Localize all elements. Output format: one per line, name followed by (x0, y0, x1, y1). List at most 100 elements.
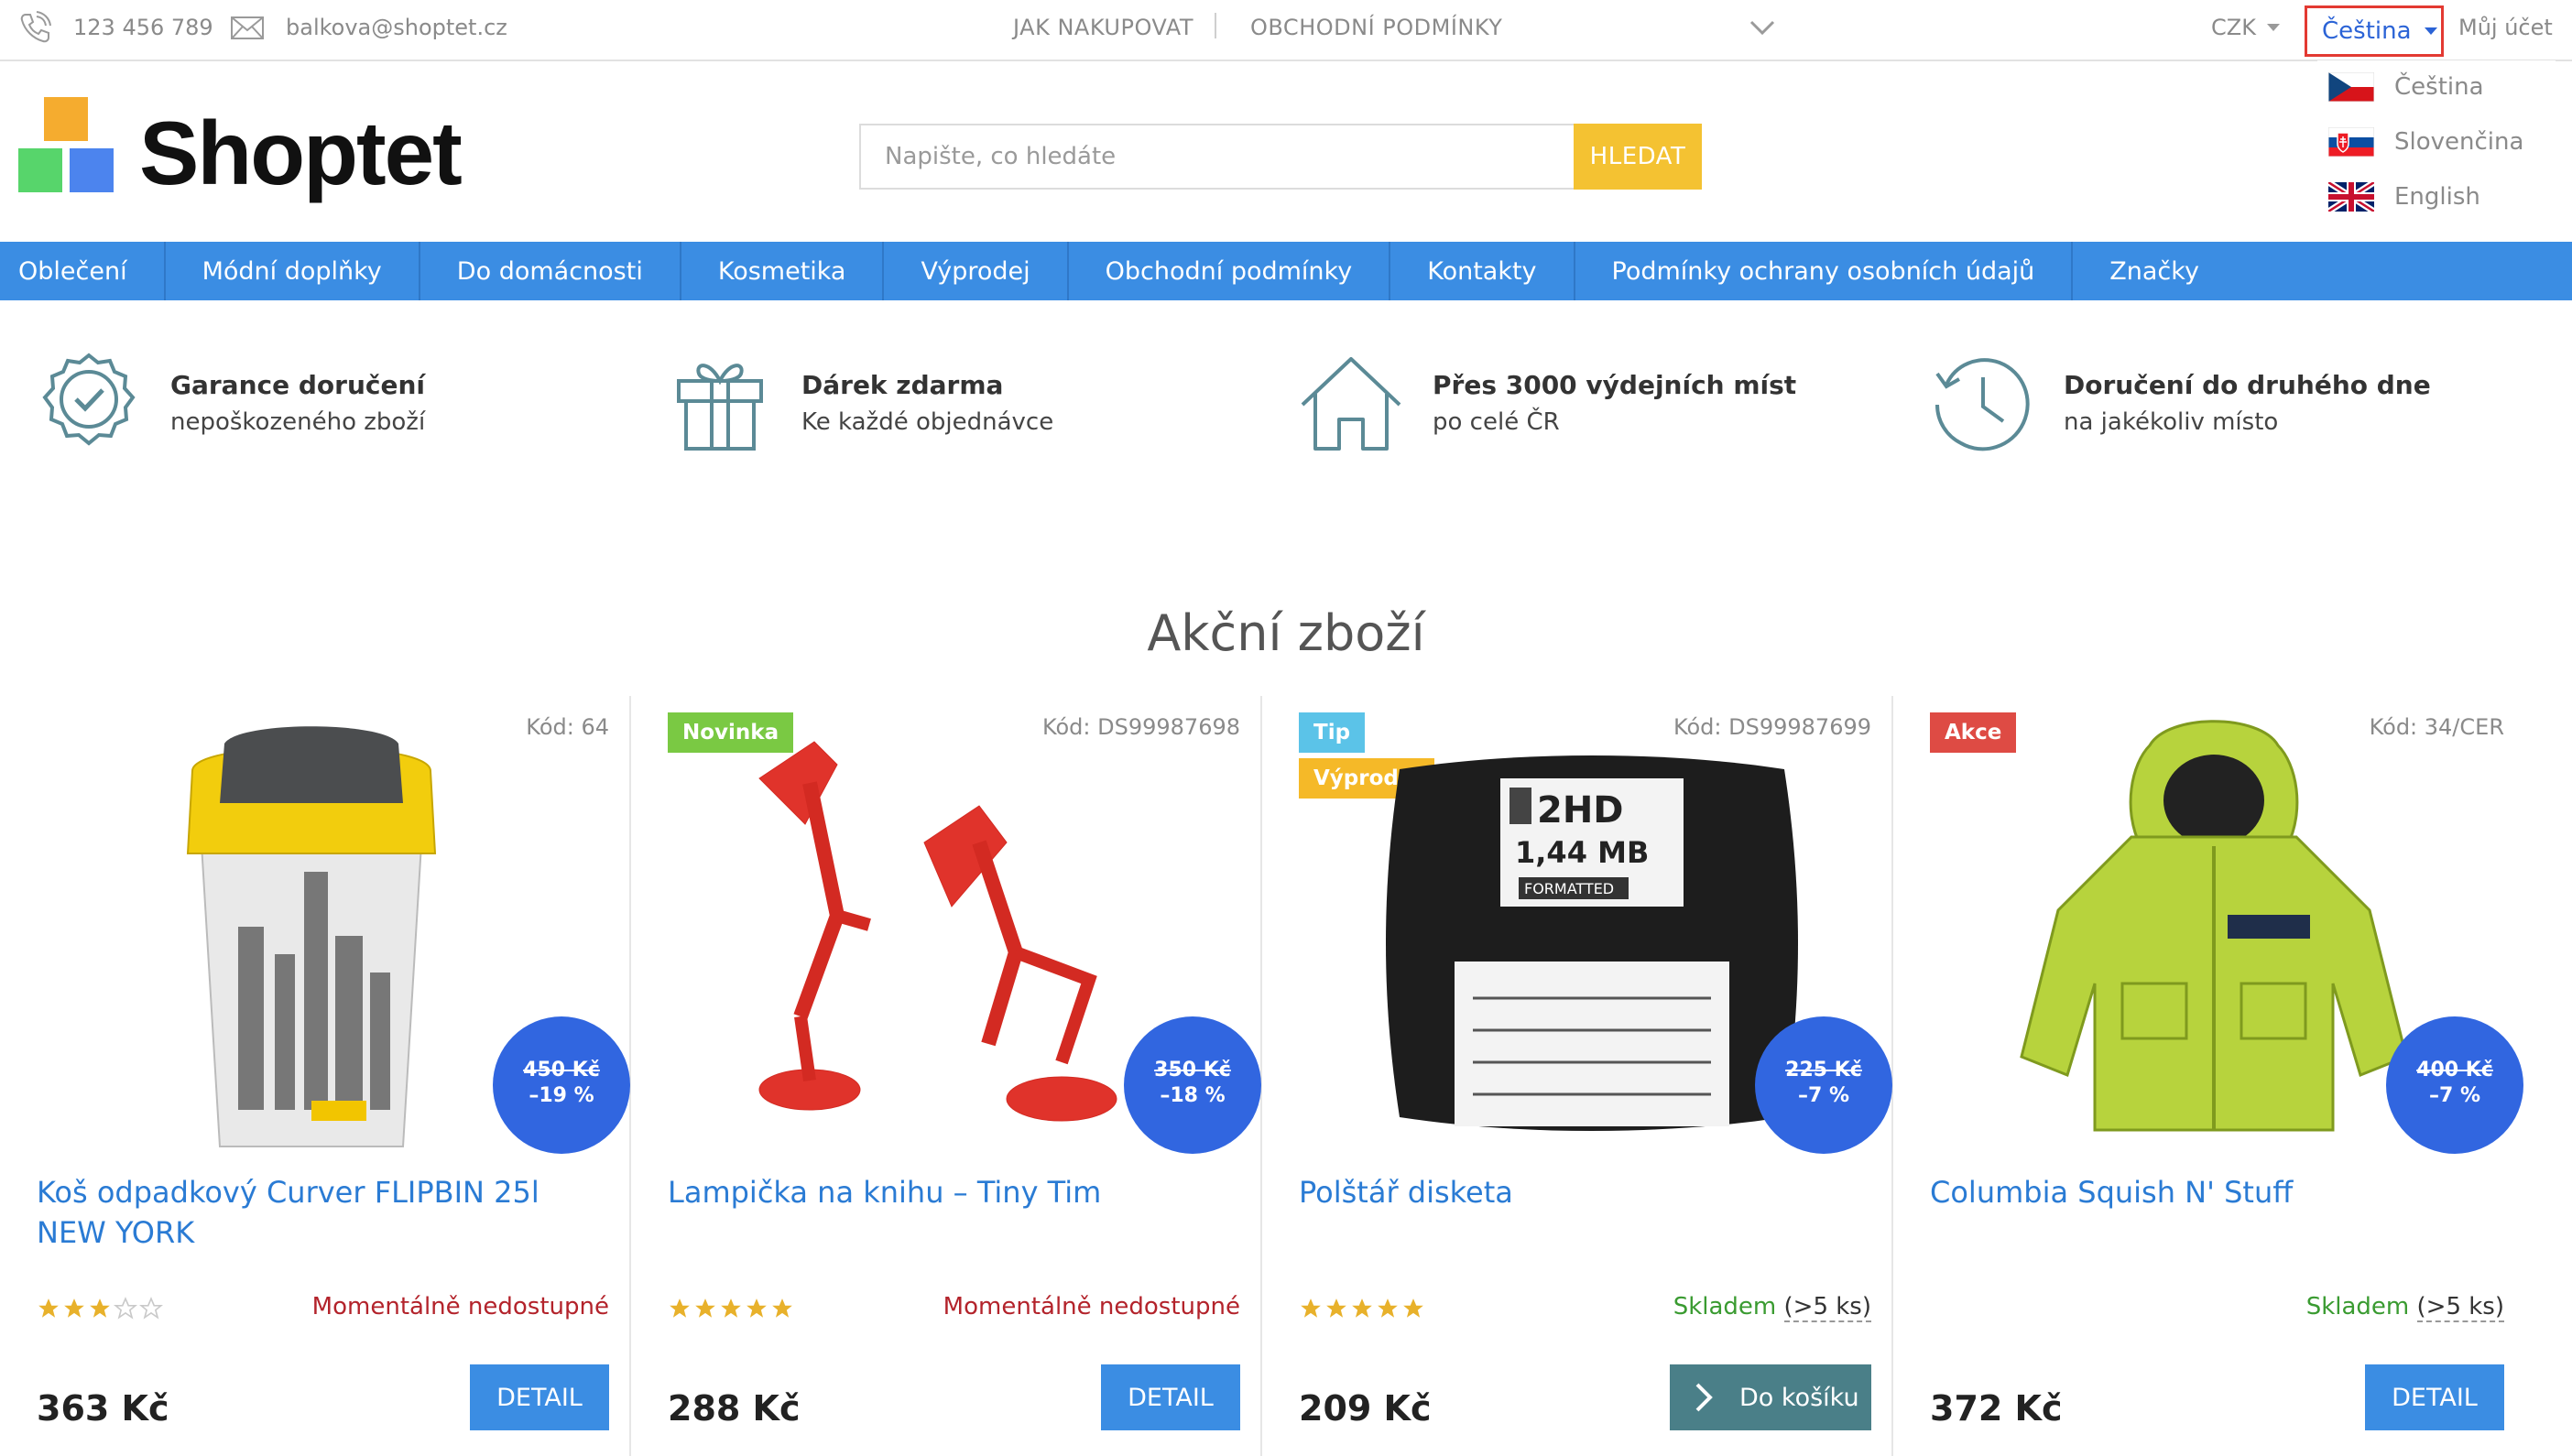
product-card: Akce Kód: 34/CER 400 Kč –7 % Columbia Sq… (1893, 696, 2572, 1456)
language-option-sk[interactable]: Slovenčina (2328, 119, 2523, 165)
currency-selector[interactable]: CZK (2211, 0, 2280, 55)
gift-icon (677, 364, 763, 451)
caret-down-icon (2266, 24, 2280, 31)
discount-percent: –18 % (1160, 1084, 1226, 1107)
availability-label: Skladem (2305, 1293, 2410, 1320)
product-price: 372 Kč (1930, 1388, 2063, 1429)
star-filled-icon (38, 1298, 59, 1318)
nav-item-contacts[interactable]: Kontakty (1390, 242, 1575, 300)
trash-bin-image[interactable] (137, 716, 485, 1165)
logo-text: Shoptet (139, 103, 463, 203)
benefit-subtitle: na jakékoliv místo (2064, 408, 2279, 436)
language-option-label: Slovenčina (2394, 128, 2524, 156)
detail-button[interactable]: DETAIL (470, 1364, 609, 1430)
star-filled-icon (721, 1298, 741, 1318)
product-name[interactable]: Columbia Squish N' Stuff (1930, 1172, 2498, 1212)
nav-item-accessories[interactable]: Módní doplňky (166, 242, 420, 300)
rating-stars (1299, 1297, 1427, 1320)
star-filled-icon (1378, 1298, 1398, 1318)
nav-item-clothing[interactable]: Oblečení (0, 242, 166, 300)
svg-text:FORMATTED: FORMATTED (1524, 880, 1614, 897)
shoptet-logo[interactable]: Shoptet (18, 97, 463, 207)
caret-down-icon (2424, 27, 2437, 35)
benefit-subtitle: po celé ČR (1433, 408, 1560, 436)
discount-percent: –7 % (1797, 1084, 1849, 1107)
product-price: 288 Kč (668, 1388, 801, 1429)
nav-item-cosmetics[interactable]: Kosmetika (681, 242, 885, 300)
old-price: 350 Kč (1154, 1059, 1231, 1081)
product-name[interactable]: Koš odpadkový Curver FLIPBIN 25l NEW YOR… (37, 1172, 605, 1253)
nav-item-sale[interactable]: Výprodej (884, 242, 1069, 300)
logo-square-green (18, 148, 62, 192)
nav-item-home[interactable]: Do domácnosti (420, 242, 681, 300)
phone-icon (20, 11, 51, 43)
search-button[interactable]: HLEDAT (1574, 124, 1702, 190)
availability-status: Momentálně nedostupné (311, 1293, 609, 1320)
chevron-down-icon[interactable] (1746, 15, 1779, 40)
czech-flag-icon (2328, 72, 2374, 102)
rating-stars (668, 1297, 796, 1320)
star-filled-icon (747, 1298, 767, 1318)
badge-tip: Tip (1299, 712, 1366, 753)
old-price: 400 Kč (2416, 1059, 2493, 1081)
badge-check-icon (42, 353, 136, 446)
clock-icon (1935, 358, 2030, 451)
product-code: Kód: DS99987699 (1673, 714, 1871, 740)
star-filled-icon (1326, 1298, 1346, 1318)
availability-label: Skladem (1673, 1293, 1777, 1320)
star-filled-icon (90, 1298, 110, 1318)
rating-stars (37, 1297, 165, 1320)
detail-button[interactable]: DETAIL (2365, 1364, 2504, 1430)
product-name[interactable]: Lampička na knihu – Tiny Tim (668, 1172, 1236, 1212)
add-to-cart-label: Do košíku (1739, 1383, 1859, 1412)
product-price: 363 Kč (37, 1388, 169, 1429)
nav-item-brands[interactable]: Značky (2073, 242, 2236, 300)
availability-status: Momentálně nedostupné (943, 1293, 1240, 1320)
benefit-subtitle: nepoškozeného zboží (170, 408, 426, 436)
svg-text:2HD: 2HD (1537, 789, 1624, 831)
link-terms[interactable]: OBCHODNÍ PODMÍNKY (1250, 0, 1502, 55)
availability-status: Skladem (>5 ks) (2305, 1293, 2504, 1322)
product-card: Kód: 64 450 Kč –19 % Koš odpadkový Curve… (0, 696, 631, 1456)
old-price: 225 Kč (1785, 1059, 1862, 1081)
jacket-image[interactable] (1994, 709, 2434, 1148)
top-bar: 123 456 789 balkova@shoptet.cz JAK NAKUP… (0, 0, 2572, 61)
slovak-flag-icon (2328, 127, 2374, 157)
product-name[interactable]: Polštář disketa (1299, 1172, 1867, 1212)
main-navigation: Oblečení Módní doplňky Do domácnosti Kos… (0, 242, 2572, 300)
email-contact[interactable]: balkova@shoptet.cz (229, 0, 507, 55)
discount-percent: –19 % (529, 1084, 594, 1107)
benefit-title: Přes 3000 výdejních míst (1433, 370, 1797, 400)
star-filled-icon (695, 1298, 715, 1318)
search-input[interactable]: Napište, co hledáte (859, 124, 1574, 190)
add-to-cart-button[interactable]: Do košíku (1670, 1364, 1871, 1430)
phone-contact[interactable]: 123 456 789 (16, 0, 213, 55)
star-filled-icon (64, 1298, 84, 1318)
nav-item-privacy[interactable]: Podmínky ochrany osobních údajů (1575, 242, 2074, 300)
product-card: Novinka Kód: DS99987698 350 Kč –18 % Lam… (631, 696, 1262, 1456)
desk-lamp-image[interactable] (732, 714, 1153, 1145)
account-link[interactable]: Můj účet (2458, 0, 2553, 55)
discount-badge: 400 Kč –7 % (2386, 1016, 2523, 1154)
detail-button[interactable]: DETAIL (1101, 1364, 1240, 1430)
topbar-separator (1215, 13, 1216, 38)
phone-number: 123 456 789 (73, 15, 213, 40)
language-option-en[interactable]: English (2328, 174, 2480, 220)
star-empty-icon (139, 1297, 163, 1320)
link-how-to-buy[interactable]: JAK NAKUPOVAT (1013, 0, 1193, 55)
section-title: Akční zboží (1147, 604, 1425, 662)
language-option-label: Čeština (2394, 73, 2484, 101)
discount-badge: 225 Kč –7 % (1755, 1016, 1892, 1154)
chevron-right-icon (1695, 1383, 1713, 1412)
benefit-title: Garance doručení (170, 370, 425, 400)
nav-item-terms[interactable]: Obchodní podmínky (1069, 242, 1391, 300)
language-label: Čeština (2322, 17, 2412, 45)
floppy-pillow-image[interactable]: 2HD 1,44 MB FORMATTED (1372, 742, 1812, 1145)
language-option-cs[interactable]: Čeština (2328, 64, 2484, 110)
language-selector[interactable]: Čeština (2305, 5, 2444, 57)
stock-count[interactable]: (>5 ks) (2416, 1293, 2504, 1322)
stock-count[interactable]: (>5 ks) (1783, 1293, 1871, 1322)
product-code: Kód: 64 (526, 714, 609, 740)
logo-square-blue (70, 148, 114, 192)
benefit-title: Doručení do druhého dne (2064, 370, 2431, 400)
